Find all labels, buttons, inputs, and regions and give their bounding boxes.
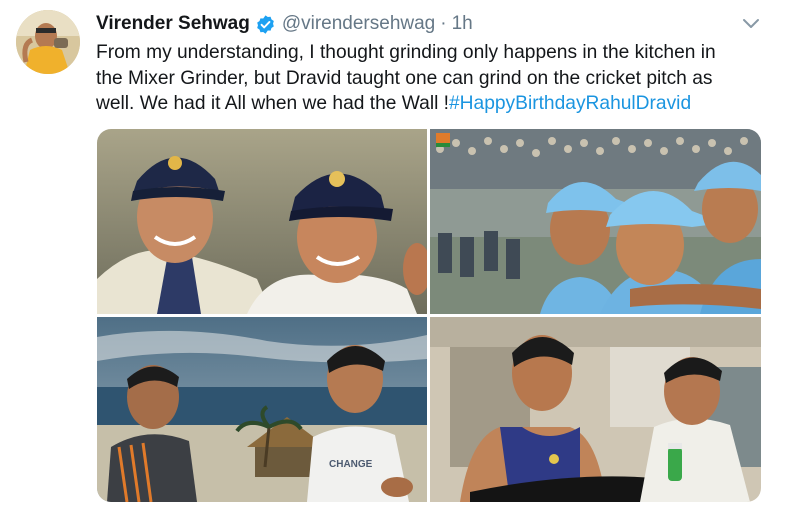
photo-3[interactable]: CHANGE [97,317,427,502]
tweet-text-line: well. We had it All when we had the Wall… [96,91,766,117]
tweet-timestamp[interactable]: 1h [452,13,473,35]
verified-badge-icon [255,14,276,35]
tweet-text-segment: well. We had it All when we had the Wall… [96,93,450,114]
tweet-header: Virender Sehwag @virendersehwag · 1h [96,12,473,36]
media-grid: CHANGE [97,129,761,502]
hashtag-link[interactable]: #HappyBirthdayRahulDravid [449,93,691,114]
header-separator: · [440,13,447,34]
chevron-down-icon[interactable] [740,14,762,32]
tweet-text-line: the Mixer Grinder, but Dravid taught one… [96,67,713,89]
svg-text:CHANGE: CHANGE [329,459,373,470]
photo-4[interactable] [430,317,761,502]
tweet-text-line: From my understanding, I thought grindin… [96,42,716,63]
tweet: Virender Sehwag @virendersehwag · 1h Fro… [0,0,786,512]
user-handle[interactable]: @virendersehwag [282,13,435,35]
photo-1[interactable] [97,129,427,314]
tweet-text: From my understanding, I thought grindin… [96,40,766,117]
avatar[interactable] [16,10,80,74]
photo-2[interactable] [430,129,761,314]
display-name[interactable]: Virender Sehwag [96,13,250,35]
